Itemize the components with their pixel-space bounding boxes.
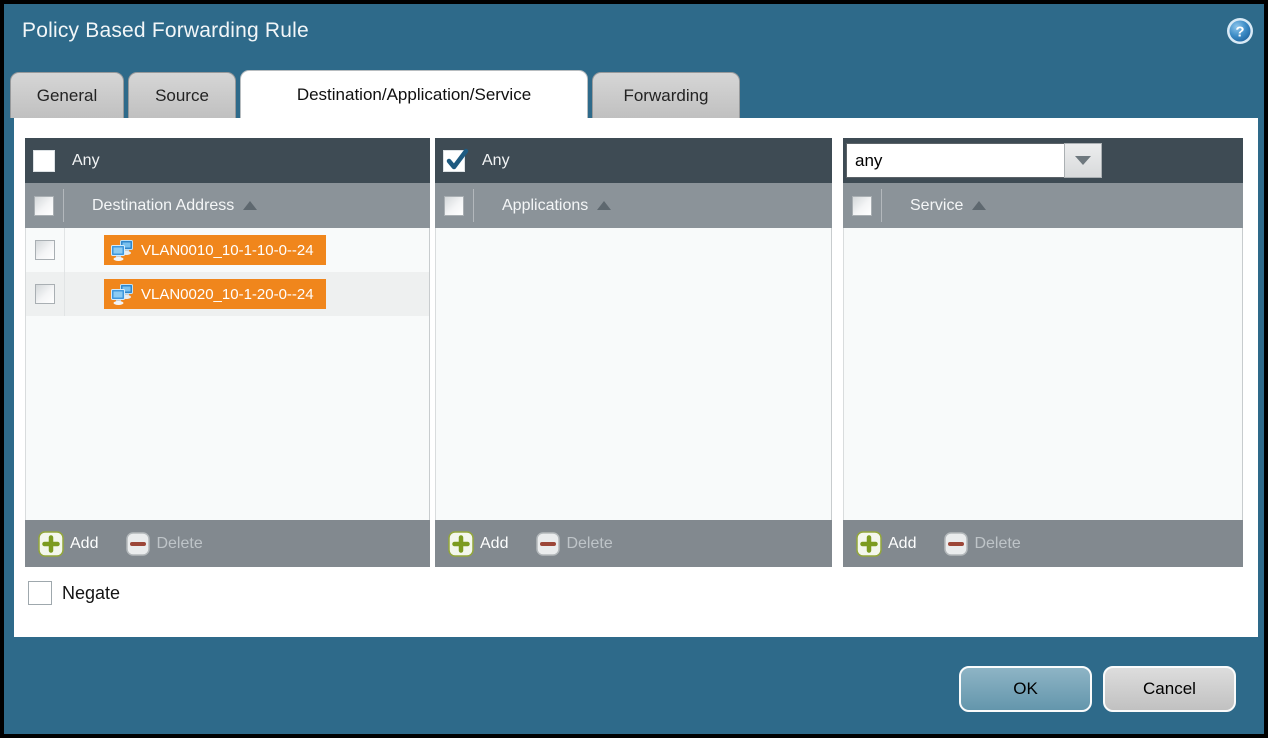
sort-ascending-icon[interactable] <box>597 201 611 210</box>
tab-forwarding[interactable]: Forwarding <box>592 72 740 118</box>
address-object-label: VLAN0010_10-1-10-0--24 <box>141 242 314 259</box>
applications-column-header[interactable]: Applications <box>435 183 832 228</box>
applications-any-checkbox[interactable] <box>443 150 465 172</box>
table-row[interactable]: VLAN0020_10-1-20-0--24 <box>26 272 429 316</box>
applications-any-bar: Any <box>435 138 832 183</box>
checkmark-icon <box>445 147 469 173</box>
table-row[interactable]: VLAN0010_10-1-10-0--24 <box>26 228 429 272</box>
add-icon <box>856 531 882 557</box>
address-object-label: VLAN0020_10-1-20-0--24 <box>141 286 314 303</box>
tab-general[interactable]: General <box>10 72 124 118</box>
service-combo <box>846 143 1102 178</box>
service-dropdown-bar <box>843 138 1243 183</box>
applications-select-all-checkbox[interactable] <box>444 196 464 216</box>
destination-select-all-checkbox[interactable] <box>34 196 54 216</box>
network-computers-icon <box>111 284 134 305</box>
sort-ascending-icon[interactable] <box>972 201 986 210</box>
destination-any-label: Any <box>72 152 100 170</box>
service-select-all-checkbox[interactable] <box>852 196 872 216</box>
service-delete-button[interactable]: Delete <box>944 532 1020 556</box>
tab-source[interactable]: Source <box>128 72 236 118</box>
applications-add-button[interactable]: Add <box>448 531 508 557</box>
address-object[interactable]: VLAN0010_10-1-10-0--24 <box>104 235 326 265</box>
address-object[interactable]: VLAN0020_10-1-20-0--24 <box>104 279 326 309</box>
screen: Policy Based Forwarding Rule ? General S… <box>0 0 1268 738</box>
service-column-header[interactable]: Service <box>843 183 1243 228</box>
negate-label: Negate <box>62 581 120 605</box>
negate-checkbox[interactable] <box>28 581 52 605</box>
delete-icon <box>536 532 560 556</box>
applications-panel: Any Applications Add <box>435 138 832 567</box>
applications-panel-footer: Add Delete <box>435 520 832 567</box>
applications-list <box>435 228 832 520</box>
tab-content: Any Destination Address <box>14 118 1258 637</box>
destination-any-checkbox[interactable] <box>33 150 55 172</box>
add-icon <box>38 531 64 557</box>
delete-icon <box>126 532 150 556</box>
destination-list: VLAN0010_10-1-10-0--24 <box>25 228 430 520</box>
network-computers-icon <box>111 240 134 261</box>
service-dropdown-input[interactable] <box>846 143 1064 178</box>
tab-destination-application-service[interactable]: Destination/Application/Service <box>240 70 588 118</box>
destination-column-header[interactable]: Destination Address <box>25 183 430 228</box>
dialog-footer: OK Cancel <box>4 637 1264 734</box>
dialog-title: Policy Based Forwarding Rule <box>22 19 309 43</box>
destination-add-button[interactable]: Add <box>38 531 98 557</box>
destination-delete-button[interactable]: Delete <box>126 532 202 556</box>
row-checkbox[interactable] <box>35 240 55 260</box>
chevron-down-icon <box>1075 156 1091 165</box>
service-list <box>843 228 1243 520</box>
destination-panel-footer: Add Delete <box>25 520 430 567</box>
destination-address-panel: Any Destination Address <box>25 138 430 567</box>
destination-column-label: Destination Address <box>92 197 234 215</box>
sort-ascending-icon[interactable] <box>243 201 257 210</box>
help-icon[interactable]: ? <box>1225 16 1255 46</box>
row-checkbox[interactable] <box>35 284 55 304</box>
service-add-button[interactable]: Add <box>856 531 916 557</box>
policy-based-forwarding-dialog: Policy Based Forwarding Rule ? General S… <box>4 4 1264 734</box>
delete-icon <box>944 532 968 556</box>
service-column-label: Service <box>910 197 963 215</box>
applications-delete-button[interactable]: Delete <box>536 532 612 556</box>
destination-any-bar: Any <box>25 138 430 183</box>
applications-column-label: Applications <box>502 197 588 215</box>
add-icon <box>448 531 474 557</box>
service-panel-footer: Add Delete <box>843 520 1243 567</box>
cancel-button[interactable]: Cancel <box>1103 666 1236 712</box>
service-panel: Service Add <box>843 138 1243 567</box>
applications-any-label: Any <box>482 152 510 170</box>
service-dropdown-button[interactable] <box>1064 143 1102 178</box>
tab-bar: General Source Destination/Application/S… <box>10 70 740 118</box>
svg-text:?: ? <box>1235 24 1244 41</box>
ok-button[interactable]: OK <box>959 666 1092 712</box>
